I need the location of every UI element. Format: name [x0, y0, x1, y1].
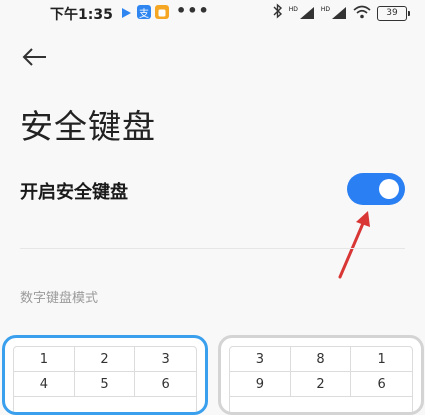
signal-1-icon: HD	[289, 6, 315, 20]
back-arrow-icon	[22, 48, 46, 66]
alipay-app-icon: 支	[137, 5, 151, 20]
numeric-mode-random-option[interactable]: 3 8 1 9 2 6	[218, 335, 424, 415]
status-indicators: HD HD 39	[273, 3, 410, 23]
keypad-key: 3	[230, 347, 291, 372]
annotation-arrow-icon	[338, 211, 370, 279]
secure-keyboard-toggle[interactable]	[347, 173, 405, 205]
page-title: 安全键盘	[20, 107, 156, 146]
keypad-key: 2	[290, 372, 352, 397]
keypad-key: 8	[290, 347, 352, 372]
keypad-key: 1	[14, 347, 75, 372]
secure-keyboard-label: 开启安全键盘	[20, 182, 128, 203]
keypad-key: 3	[135, 347, 196, 372]
keypad-key: 6	[135, 372, 196, 397]
signal-2-icon: HD	[321, 6, 347, 20]
status-time: 下午1:35	[50, 7, 113, 23]
keypad-preview: 3 8 1 9 2 6	[229, 346, 413, 412]
keypad-key: 6	[351, 372, 412, 397]
keypad-key: 1	[351, 347, 412, 372]
more-notifications-icon: •••	[176, 1, 210, 20]
notes-app-icon	[155, 5, 169, 19]
toggle-knob	[379, 179, 399, 199]
numeric-mode-label: 数字键盘模式	[20, 291, 99, 306]
play-app-icon	[119, 5, 133, 19]
numeric-mode-standard-option[interactable]: 1 2 3 4 5 6	[2, 335, 208, 415]
back-button[interactable]	[20, 44, 50, 70]
battery-icon: 39	[377, 5, 410, 21]
keypad-key: 4	[14, 372, 75, 397]
signal-2-tag: HD	[320, 6, 330, 13]
keypad-preview: 1 2 3 4 5 6	[13, 346, 197, 412]
bluetooth-icon	[273, 3, 283, 23]
keypad-key: 9	[230, 372, 291, 397]
divider	[20, 248, 405, 249]
wifi-icon	[353, 4, 371, 23]
keypad-key: 5	[74, 372, 136, 397]
svg-text:支: 支	[139, 8, 149, 20]
signal-1-tag: HD	[288, 6, 298, 13]
status-bar: 下午1:35 支 ••• HD HD 39	[0, 0, 425, 26]
keypad-key: 2	[74, 347, 136, 372]
